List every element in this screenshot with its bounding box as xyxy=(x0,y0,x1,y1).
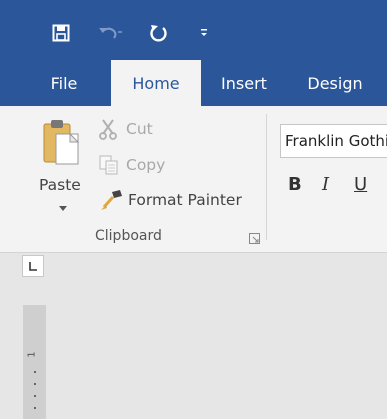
tab-insert[interactable]: Insert xyxy=(211,60,277,106)
format-painter-label: Format Painter xyxy=(128,191,242,209)
copy-button[interactable]: Copy xyxy=(98,152,178,178)
ribbon-tabs: File Home Insert Design xyxy=(0,60,387,106)
format-painter-icon xyxy=(101,190,122,210)
tab-home[interactable]: Home xyxy=(111,60,201,106)
ruler-tick xyxy=(34,371,36,373)
group-divider xyxy=(266,114,267,240)
bold-label: B xyxy=(288,174,302,195)
save-icon xyxy=(52,24,70,42)
italic-label: I xyxy=(322,174,330,195)
undo-icon xyxy=(99,27,122,39)
ruler-number: 1 xyxy=(26,351,38,358)
bold-button[interactable]: B xyxy=(288,174,302,195)
paste-button[interactable]: Paste xyxy=(34,114,92,218)
font-name-value: Franklin Gothic xyxy=(285,132,387,150)
tab-file-label: File xyxy=(50,73,78,93)
copy-icon xyxy=(99,155,118,175)
cut-button[interactable]: Cut xyxy=(98,116,178,142)
undo-button[interactable] xyxy=(96,18,124,48)
paste-label: Paste xyxy=(39,176,81,194)
tab-design-label: Design xyxy=(307,73,363,93)
tab-selector[interactable] xyxy=(22,255,44,277)
customize-qat-button[interactable] xyxy=(196,18,212,48)
font-name-combobox[interactable]: Franklin Gothic xyxy=(280,124,387,158)
tab-home-label: Home xyxy=(132,73,180,93)
tab-insert-label: Insert xyxy=(221,73,267,93)
tab-file[interactable]: File xyxy=(34,60,94,106)
underline-label: U xyxy=(354,174,368,195)
ruler-tick xyxy=(34,383,36,385)
left-tab-stop-icon xyxy=(29,262,37,271)
vertical-ruler[interactable]: 1 xyxy=(23,305,46,419)
save-button[interactable] xyxy=(48,18,74,48)
cut-label: Cut xyxy=(126,120,153,138)
clipboard-group-label: Clipboard xyxy=(95,228,162,244)
tab-design[interactable]: Design xyxy=(294,60,376,106)
paste-icon xyxy=(43,120,80,165)
document-area xyxy=(0,253,387,419)
title-bar xyxy=(0,0,387,66)
redo-button[interactable] xyxy=(146,18,170,48)
ruler-tick xyxy=(34,407,36,409)
dialog-launcher-icon[interactable] xyxy=(249,233,260,244)
scissors-icon xyxy=(99,119,117,140)
chevron-down-icon xyxy=(59,206,67,211)
format-painter-button[interactable]: Format Painter xyxy=(98,186,258,214)
ruler-tick xyxy=(34,395,36,397)
italic-button[interactable]: I xyxy=(322,174,329,195)
redo-icon xyxy=(150,25,167,42)
customize-qat-icon xyxy=(201,29,207,36)
copy-label: Copy xyxy=(126,156,166,174)
underline-button[interactable]: U xyxy=(354,174,367,195)
